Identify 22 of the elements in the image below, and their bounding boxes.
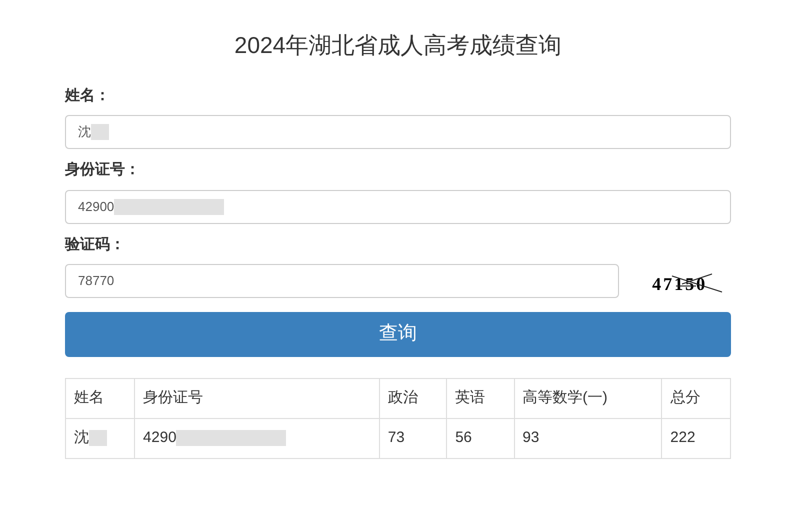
table-cell: 沈: [66, 418, 135, 458]
input-field[interactable]: 78770: [65, 264, 620, 298]
field-label: 身份证号：: [65, 160, 141, 180]
table-cell: 56: [446, 418, 514, 458]
table-cell: 4290: [134, 418, 380, 458]
page-title: 2024年湖北省成人高考成绩查询: [233, 31, 563, 60]
column-header: 姓名: [66, 378, 135, 418]
table-cell: 93: [514, 418, 662, 458]
field-value: 沈: [78, 123, 91, 142]
column-header: 高等数学(一): [514, 378, 662, 418]
field-value: 42900: [78, 198, 114, 216]
column-header: 总分: [662, 378, 730, 418]
column-header: 政治: [379, 378, 447, 418]
field-label: 验证码：: [65, 234, 126, 254]
query-button[interactable]: 查询: [65, 312, 731, 357]
input-field[interactable]: 沈: [65, 115, 731, 149]
table-cell: 73: [379, 418, 447, 458]
input-field[interactable]: 42900: [65, 190, 731, 224]
column-header: 英语: [446, 378, 514, 418]
column-header: 身份证号: [134, 378, 380, 418]
table-cell: 222: [662, 418, 730, 458]
field-label: 姓名：: [65, 86, 111, 106]
